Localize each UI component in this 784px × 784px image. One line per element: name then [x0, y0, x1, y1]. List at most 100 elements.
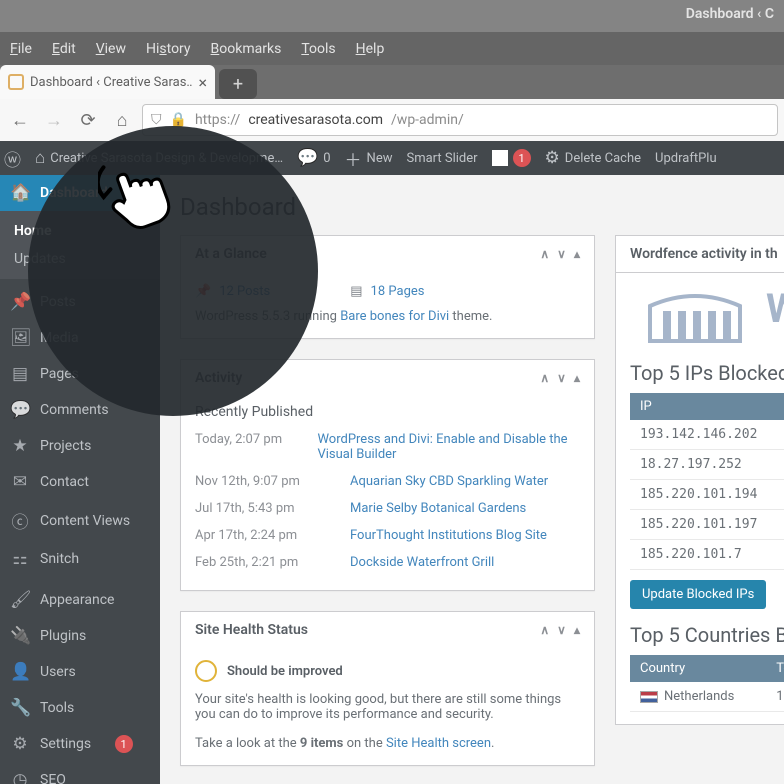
chevron-down-icon[interactable]: ∨ [557, 247, 566, 261]
url-path: /wp-admin/ [391, 112, 464, 128]
ip-row: 193.142.146.202 [630, 420, 784, 450]
health-title: Site Health Status [195, 622, 308, 638]
projects-icon: ★ [10, 436, 30, 456]
activity-link[interactable]: FourThought Institutions Blog Site [350, 528, 547, 543]
sidebar-item-pages[interactable]: ▤Pages [0, 356, 160, 392]
page-icon: ▤ [10, 364, 30, 384]
smart-slider[interactable]: Smart Slider [406, 151, 477, 166]
wp-logo-icon[interactable]: ⓦ [4, 146, 21, 171]
activity-row: Feb 25th, 2:21 pmDockside Waterfront Gri… [195, 549, 580, 576]
sidebar-item-plugins[interactable]: 🔌Plugins [0, 618, 160, 654]
health-screen-link[interactable]: Site Health screen [386, 736, 491, 751]
sidebar-item-settings[interactable]: ⚙Settings 1 [0, 726, 160, 762]
menu-help[interactable]: Help [356, 41, 385, 57]
contact-icon: ✉ [10, 472, 30, 492]
country-row: Netherlands1 [630, 682, 784, 712]
activity-date: Apr 17th, 2:24 pm [195, 528, 350, 543]
menu-file[interactable]: File [10, 41, 32, 57]
window-title: Dashboard ‹ C [0, 0, 784, 32]
sidebar-item-contact[interactable]: ✉Contact [0, 464, 160, 500]
sidebar-item-snitch[interactable]: ⚏Snitch [0, 541, 160, 577]
menu-edit[interactable]: Edit [52, 41, 76, 57]
favicon-icon [8, 74, 24, 90]
new-content[interactable]: ＋New [345, 146, 393, 171]
site-health-box: Site Health Status∧∨▴ Should be improved… [180, 611, 595, 766]
sidebar-item-seo[interactable]: ◷SEO [0, 762, 160, 784]
reload-icon[interactable]: ⟳ [74, 106, 102, 134]
activity-link[interactable]: Marie Selby Botanical Gardens [350, 501, 526, 516]
activity-box: Activity∧∨▴ Recently Published Today, 2:… [180, 359, 595, 591]
collapse-icon[interactable]: ▴ [574, 371, 580, 385]
comments-count[interactable]: 💬0 [297, 148, 330, 168]
wordfence-box: WoSec Top 5 IPs Blocked IP 193.142.146.2… [615, 272, 784, 725]
sidebar-item-tools[interactable]: 🔧Tools [0, 690, 160, 726]
health-desc: Your site's health is looking good, but … [195, 692, 580, 736]
recently-published-heading: Recently Published [195, 404, 580, 426]
ip-row: 185.220.101.197 [630, 510, 784, 540]
chevron-up-icon[interactable]: ∧ [540, 247, 549, 261]
slider-badge[interactable]: 1 [492, 149, 531, 167]
activity-row: Jul 17th, 5:43 pmMarie Selby Botanical G… [195, 495, 580, 522]
plug-icon: 🔌 [10, 626, 30, 646]
sidebar-item-users[interactable]: 👤Users [0, 654, 160, 690]
activity-link[interactable]: Aquarian Sky CBD Sparkling Water [350, 474, 548, 489]
health-ring-icon [195, 660, 217, 682]
menu-tools[interactable]: Tools [301, 41, 335, 57]
content-area: Dashboard At a Glance∧∨▴ 📌12 Posts ▤18 P… [160, 175, 784, 784]
menu-bookmarks[interactable]: Bookmarks [211, 41, 282, 57]
sidebar-item-dashboard[interactable]: 🏠Dashboard [0, 175, 160, 211]
forward-icon[interactable]: → [40, 106, 68, 134]
snitch-icon: ⚏ [10, 549, 30, 569]
pages-count-link[interactable]: 18 Pages [371, 284, 425, 299]
countries-table: CountryTota Netherlands1 [630, 655, 784, 712]
new-tab-button[interactable]: + [219, 69, 257, 99]
nav-bar: ← → ⟳ ⌂ ⛉ 🔒 https://creativesarasota.com… [0, 99, 784, 141]
sidebar-item-posts[interactable]: 📌Posts [0, 284, 160, 320]
chevron-up-icon[interactable]: ∧ [540, 623, 549, 637]
top-countries-heading: Top 5 Countries B [630, 623, 784, 647]
ip-cell: 185.220.101.7 [630, 540, 784, 570]
wordfence-title: Wordfence activity in th [615, 235, 784, 272]
sidebar-item-media[interactable]: 🖼Media [0, 320, 160, 356]
sidebar-item-projects[interactable]: ★Projects [0, 428, 160, 464]
browser-tab[interactable]: Dashboard ‹ Creative Saras… × [0, 65, 215, 99]
url-bar[interactable]: ⛉ 🔒 https://creativesarasota.com/wp-admi… [142, 104, 778, 136]
activity-link[interactable]: Dockside Waterfront Grill [350, 555, 494, 570]
comment-icon: 💬 [10, 400, 30, 420]
activity-date: Nov 12th, 9:07 pm [195, 474, 350, 489]
close-icon[interactable]: × [198, 73, 207, 92]
page-icon: ▤ [350, 284, 362, 299]
chevron-up-icon[interactable]: ∧ [540, 371, 549, 385]
user-icon: 👤 [10, 662, 30, 682]
ip-cell: 18.27.197.252 [630, 450, 784, 480]
ips-table: IP 193.142.146.20218.27.197.252185.220.1… [630, 393, 784, 570]
cv-icon: ⓒ [10, 508, 30, 533]
theme-link[interactable]: Bare bones for Divi [340, 309, 449, 324]
menu-history[interactable]: History [146, 41, 191, 57]
activity-row: Apr 17th, 2:24 pmFourThought Institution… [195, 522, 580, 549]
sidebar-item-comments[interactable]: 💬Comments [0, 392, 160, 428]
site-name[interactable]: ⌂Creative Sarasota Design & Developme… [35, 148, 283, 168]
sidebar-sub-home[interactable]: Home [0, 217, 160, 245]
chevron-down-icon[interactable]: ∨ [557, 371, 566, 385]
updraft[interactable]: UpdraftPlu [655, 151, 717, 166]
back-icon[interactable]: ← [6, 106, 34, 134]
ip-row: 18.27.197.252 [630, 450, 784, 480]
activity-link[interactable]: WordPress and Divi: Enable and Disable t… [317, 432, 567, 462]
ip-cell: 193.142.146.202 [630, 420, 784, 450]
total-header: Tota [766, 655, 784, 682]
pin-icon: 📌 [195, 284, 211, 299]
home-icon[interactable]: ⌂ [108, 106, 136, 134]
posts-count-link[interactable]: 12 Posts [219, 284, 270, 299]
url-domain: creativesarasota.com [248, 112, 383, 128]
menu-view[interactable]: View [96, 41, 126, 57]
sidebar-item-contentviews[interactable]: ⓒContent Views [0, 500, 160, 541]
sidebar-sub-updates[interactable]: Updates [0, 245, 160, 273]
sidebar-item-appearance[interactable]: 🖌Appearance [0, 582, 160, 618]
collapse-icon[interactable]: ▴ [574, 247, 580, 261]
chevron-down-icon[interactable]: ∨ [557, 623, 566, 637]
country-count: 1 [766, 682, 784, 712]
collapse-icon[interactable]: ▴ [574, 623, 580, 637]
update-blocked-ips-button[interactable]: Update Blocked IPs [630, 580, 766, 609]
delete-cache[interactable]: ⚙Delete Cache [545, 148, 642, 168]
